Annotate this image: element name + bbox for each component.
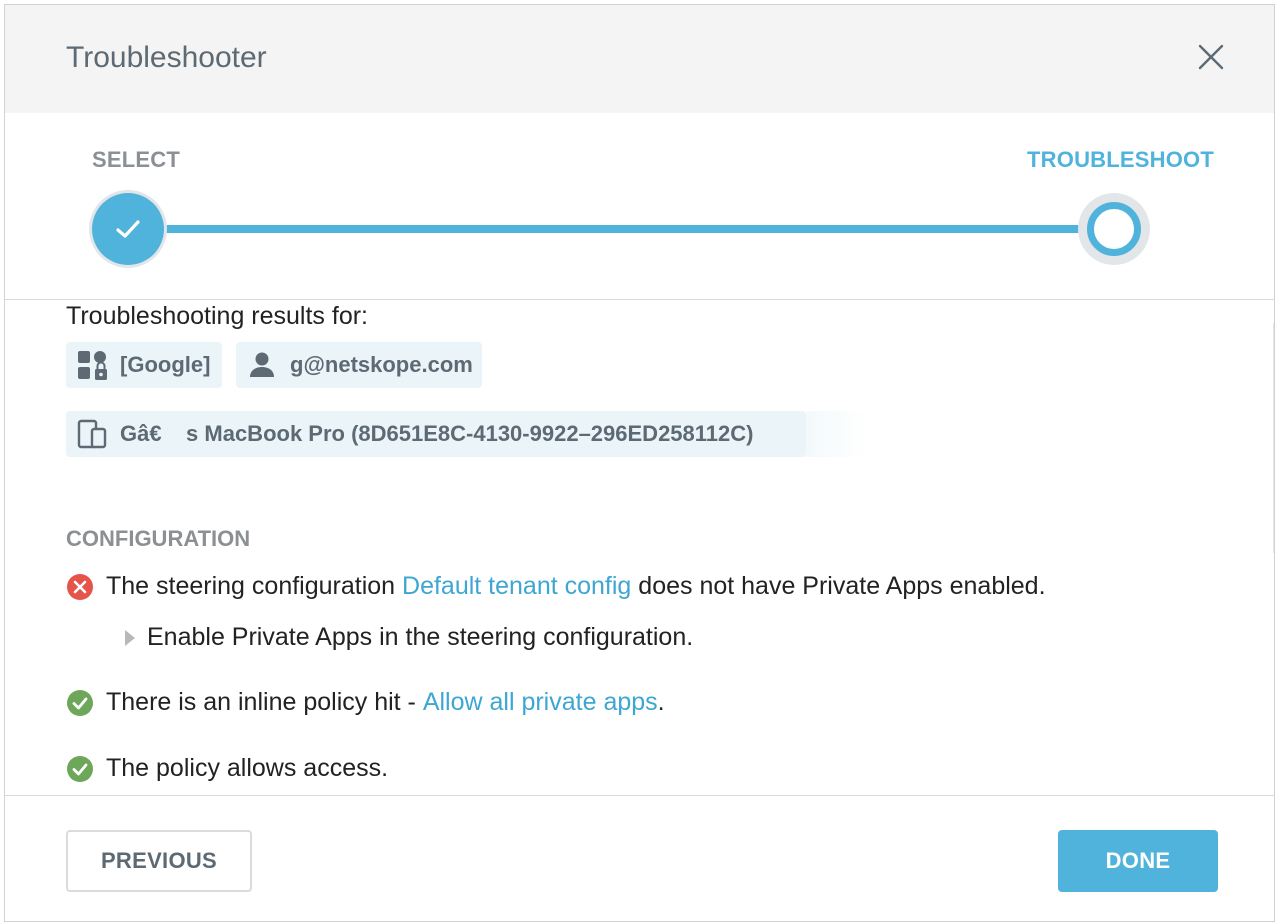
device-chip-label: Gâ€ s MacBook Pro (8D651E8C-4130-9922–29… (120, 421, 754, 446)
success-check-icon (67, 755, 93, 782)
step-select-complete[interactable] (92, 193, 164, 265)
user-chip-label: g@netskope.com (290, 352, 473, 377)
dialog-footer: PREVIOUS DONE (5, 795, 1274, 921)
dialog-header: Troubleshooter (5, 5, 1274, 113)
scrollbar[interactable] (1273, 323, 1274, 553)
results-heading: Troubleshooting results for: (66, 302, 369, 330)
success-check-icon (67, 689, 93, 716)
config-result-success: There is an inline policy hit - Allow al… (66, 688, 665, 717)
remedy-text: Enable Private Apps in the steering conf… (147, 623, 694, 651)
user-icon (246, 349, 278, 381)
step-troubleshoot-current (1078, 193, 1150, 265)
steering-config-link[interactable]: Default tenant config (402, 572, 631, 601)
config-result-success: The policy allows access. (66, 754, 388, 783)
policy-access-text: The policy allows access. (106, 754, 389, 782)
policy-hit-text-after: . (657, 688, 665, 716)
devices-icon (76, 418, 108, 450)
config-result-text-after: does not have Private Apps enabled. (631, 572, 1046, 600)
step-label-troubleshoot: TROUBLESHOOT (1027, 147, 1214, 172)
app-chip: [Google] (66, 342, 222, 388)
error-icon (67, 573, 93, 600)
done-button[interactable]: DONE (1058, 830, 1218, 892)
checkmark-icon (116, 220, 140, 238)
troubleshooter-dialog: Troubleshooter SELECT TROUBLESHOOT Troub… (4, 4, 1275, 922)
dialog-title: Troubleshooter (66, 41, 267, 74)
policy-hit-text: There is an inline policy hit - (106, 688, 423, 716)
device-chip-fade (806, 411, 866, 457)
app-chip-label: [Google] (120, 352, 211, 377)
close-icon[interactable] (1196, 42, 1226, 72)
user-chip: g@netskope.com (236, 342, 482, 388)
remedy-toggle[interactable]: Enable Private Apps in the steering conf… (123, 623, 693, 652)
configuration-section-label: CONFIGURATION (66, 526, 251, 551)
config-result-error: The steering configuration Default tenan… (66, 572, 1046, 601)
policy-link[interactable]: Allow all private apps (423, 688, 658, 717)
private-app-icon (76, 349, 108, 381)
wizard-stepper: SELECT TROUBLESHOOT (5, 113, 1274, 300)
device-chip: Gâ€ s MacBook Pro (8D651E8C-4130-9922–29… (66, 411, 806, 457)
previous-button[interactable]: PREVIOUS (66, 830, 252, 892)
caret-right-icon (125, 629, 135, 646)
current-step-ring (1087, 202, 1141, 256)
step-label-select: SELECT (92, 147, 180, 172)
config-result-text: The steering configuration (106, 572, 403, 600)
stepper-progress-track (155, 225, 1090, 233)
